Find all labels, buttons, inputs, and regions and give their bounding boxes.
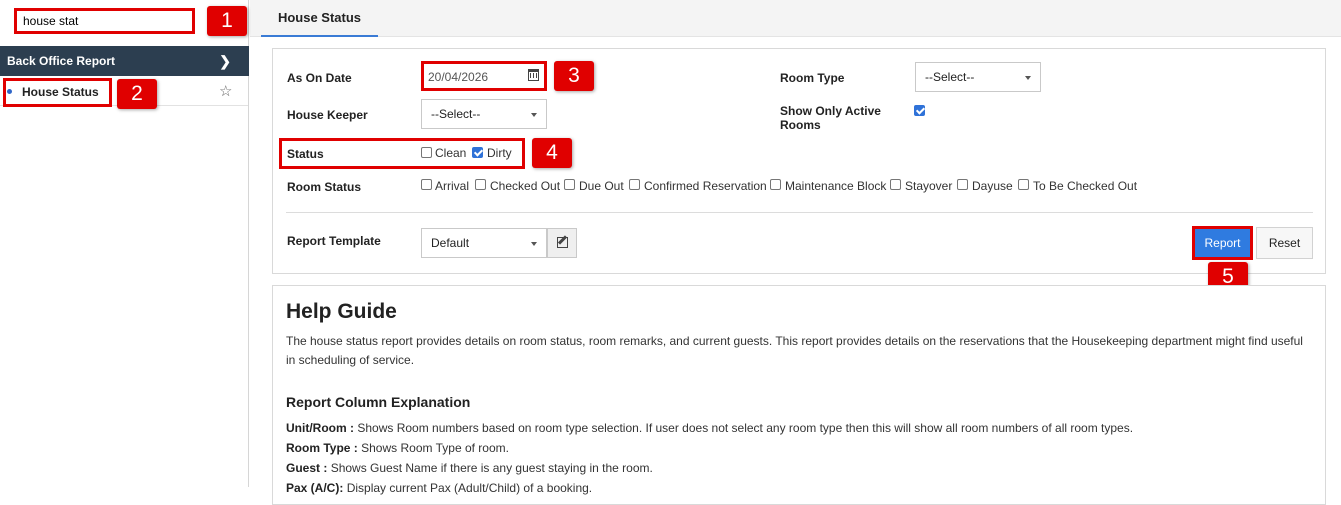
edit-icon — [557, 237, 568, 248]
reset-button[interactable]: Reset — [1256, 227, 1313, 259]
status-clean-checkbox[interactable] — [421, 147, 432, 158]
room-status-checked-out-checkbox[interactable] — [475, 179, 486, 190]
house-keeper-value: --Select-- — [431, 107, 481, 121]
report-template-label: Report Template — [287, 234, 381, 248]
menu-search-input[interactable] — [14, 8, 195, 34]
house-keeper-label: House Keeper — [287, 108, 368, 122]
chevron-right-icon: ❯ — [219, 53, 231, 69]
show-only-active-rooms-checkbox[interactable] — [914, 105, 925, 116]
sidebar-section-back-office-report[interactable]: Back Office Report ❯ — [0, 46, 249, 76]
room-status-due-out-checkbox[interactable] — [564, 179, 575, 190]
column-desc: Shows Room numbers based on room type se… — [357, 421, 1134, 435]
column-desc: Shows Room Type of room. — [361, 441, 509, 455]
status-dirty-checkbox[interactable] — [472, 147, 483, 158]
column-explanation-item: Guest : Shows Guest Name if there is any… — [286, 461, 653, 475]
column-name: Guest : — [286, 461, 328, 475]
room-status-confirmed-reservation-checkbox[interactable] — [629, 179, 640, 190]
show-only-active-rooms-label: Show Only Active Rooms — [780, 104, 881, 132]
column-explanation-item: Room Type : Shows Room Type of room. — [286, 441, 509, 455]
house-keeper-select[interactable]: --Select-- — [421, 99, 547, 129]
calendar-icon[interactable] — [528, 69, 539, 81]
divider — [286, 212, 1313, 213]
room-status-dayuse-label: Dayuse — [972, 179, 1013, 193]
column-desc: Shows Guest Name if there is any guest s… — [330, 461, 653, 475]
room-status-maintenance-block-label: Maintenance Block — [785, 179, 887, 193]
as-on-date-input[interactable]: 20/04/2026 — [421, 61, 547, 91]
help-guide-intro: The house status report provides details… — [286, 334, 1303, 367]
tab-bar: House Status — [250, 0, 1341, 37]
sidebar: Back Office Report ❯ House Status ☆ — [0, 0, 249, 487]
status-label: Status — [287, 147, 324, 161]
as-on-date-label: As On Date — [287, 71, 352, 85]
status-dirty-label: Dirty — [487, 146, 512, 160]
room-status-to-be-checked-out-label: To Be Checked Out — [1033, 179, 1138, 193]
room-status-maintenance-block-checkbox[interactable] — [770, 179, 781, 190]
report-template-value: Default — [431, 236, 470, 250]
room-status-arrival-label: Arrival — [435, 179, 470, 193]
column-name: Room Type : — [286, 441, 358, 455]
caret-down-icon — [531, 113, 537, 117]
room-status-dayuse-checkbox[interactable] — [957, 179, 968, 190]
caret-down-icon — [1025, 76, 1031, 80]
status-clean-label: Clean — [435, 146, 467, 160]
callout-4: 4 — [532, 138, 572, 168]
room-status-confirmed-reservation-label: Confirmed Reservation — [644, 179, 767, 193]
column-name: Unit/Room : — [286, 421, 354, 435]
column-explanation-item: Unit/Room : Shows Room numbers based on … — [286, 421, 1133, 435]
room-type-value: --Select-- — [925, 70, 975, 84]
report-button[interactable]: Report — [1192, 226, 1253, 260]
callout-3: 3 — [554, 61, 594, 91]
column-name: Pax (A/C): — [286, 481, 344, 495]
sidebar-section-label: Back Office Report — [7, 54, 116, 68]
room-status-due-out-label: Due Out — [579, 179, 624, 193]
report-column-explanation-title: Report Column Explanation — [286, 394, 471, 410]
room-status-arrival-checkbox[interactable] — [421, 179, 432, 190]
callout-1: 1 — [207, 6, 247, 36]
column-explanation-item: Pax (A/C): Display current Pax (Adult/Ch… — [286, 481, 592, 495]
edit-template-button[interactable] — [547, 228, 577, 258]
room-type-select[interactable]: --Select-- — [915, 62, 1041, 92]
highlight-box — [3, 78, 112, 107]
room-status-checked-out-label: Checked Out — [490, 179, 561, 193]
callout-2: 2 — [117, 79, 157, 109]
room-status-stayover-label: Stayover — [905, 179, 953, 193]
room-status-stayover-checkbox[interactable] — [890, 179, 901, 190]
as-on-date-value: 20/04/2026 — [428, 70, 489, 84]
room-type-label: Room Type — [780, 71, 845, 85]
tab-house-status[interactable]: House Status — [261, 0, 378, 37]
star-outline-icon[interactable]: ☆ — [219, 82, 232, 100]
room-status-label: Room Status — [287, 180, 362, 194]
help-guide-title: Help Guide — [286, 300, 397, 323]
report-template-select[interactable]: Default — [421, 228, 547, 258]
caret-down-icon — [531, 242, 537, 246]
column-desc: Display current Pax (Adult/Child) of a b… — [346, 481, 593, 495]
room-status-to-be-checked-out-checkbox[interactable] — [1018, 179, 1029, 190]
